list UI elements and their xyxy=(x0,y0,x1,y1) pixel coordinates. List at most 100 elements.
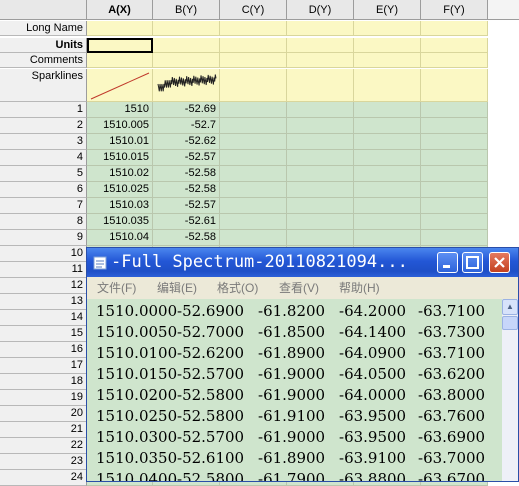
cell-b[interactable]: -52.58 xyxy=(153,166,220,182)
cell-empty[interactable] xyxy=(287,214,354,230)
cell-empty[interactable] xyxy=(220,182,287,198)
row-number[interactable]: 4 xyxy=(0,150,87,166)
cell-empty[interactable] xyxy=(421,214,488,230)
cell-empty[interactable] xyxy=(220,118,287,134)
row-label-units[interactable]: Units xyxy=(0,38,87,53)
cell-b[interactable]: -52.57 xyxy=(153,150,220,166)
row-number[interactable]: 11 xyxy=(0,262,87,278)
cell-empty[interactable] xyxy=(220,102,287,118)
menu-help[interactable]: 帮助(H) xyxy=(339,277,380,299)
row-number[interactable]: 14 xyxy=(0,310,87,326)
row-label-comments[interactable]: Comments xyxy=(0,53,87,68)
minimize-button[interactable] xyxy=(437,252,458,273)
cell-empty[interactable] xyxy=(287,118,354,134)
cell-empty[interactable] xyxy=(421,230,488,246)
cell-a[interactable]: 1510.02 xyxy=(87,166,153,182)
units-cell-selected[interactable] xyxy=(87,38,153,53)
cell-a[interactable]: 1510.015 xyxy=(87,150,153,166)
row-number[interactable]: 10 xyxy=(0,246,87,262)
column-header[interactable]: C(Y) xyxy=(220,0,287,20)
cell-empty[interactable] xyxy=(354,150,421,166)
cell-empty[interactable] xyxy=(287,198,354,214)
cell-empty[interactable] xyxy=(421,182,488,198)
meta-cell[interactable] xyxy=(220,21,287,36)
cell-empty[interactable] xyxy=(287,230,354,246)
cell-empty[interactable] xyxy=(354,198,421,214)
cell-a[interactable]: 1510.01 xyxy=(87,134,153,150)
cell-empty[interactable] xyxy=(421,102,488,118)
cell-empty[interactable] xyxy=(220,166,287,182)
cell-empty[interactable] xyxy=(354,118,421,134)
cell-b[interactable]: -52.57 xyxy=(153,198,220,214)
row-number[interactable]: 19 xyxy=(0,390,87,406)
meta-cell[interactable] xyxy=(421,69,488,102)
row-number[interactable]: 6 xyxy=(0,182,87,198)
row-number[interactable]: 24 xyxy=(0,470,87,486)
cell-empty[interactable] xyxy=(220,230,287,246)
meta-cell[interactable] xyxy=(354,21,421,36)
row-number[interactable]: 20 xyxy=(0,406,87,422)
cell-empty[interactable] xyxy=(354,230,421,246)
cell-b[interactable]: -52.7 xyxy=(153,118,220,134)
row-number[interactable]: 7 xyxy=(0,198,87,214)
menu-view[interactable]: 查看(V) xyxy=(279,277,319,299)
column-header[interactable]: B(Y) xyxy=(153,0,220,20)
meta-cell[interactable] xyxy=(87,53,153,68)
row-number[interactable]: 15 xyxy=(0,326,87,342)
meta-cell[interactable] xyxy=(354,53,421,68)
cell-b[interactable]: -52.61 xyxy=(153,214,220,230)
row-number[interactable]: 17 xyxy=(0,358,87,374)
cell-empty[interactable] xyxy=(354,182,421,198)
scroll-up-button[interactable]: ▲ xyxy=(502,299,518,315)
row-number[interactable]: 3 xyxy=(0,134,87,150)
row-number[interactable]: 18 xyxy=(0,374,87,390)
cell-empty[interactable] xyxy=(287,182,354,198)
cell-empty[interactable] xyxy=(220,214,287,230)
row-number[interactable]: 2 xyxy=(0,118,87,134)
cell-empty[interactable] xyxy=(287,134,354,150)
meta-cell[interactable] xyxy=(220,38,287,53)
column-header[interactable]: F(Y) xyxy=(421,0,488,20)
meta-cell[interactable] xyxy=(220,53,287,68)
column-header[interactable]: E(Y) xyxy=(354,0,421,20)
meta-cell[interactable] xyxy=(421,53,488,68)
meta-cell[interactable] xyxy=(421,38,488,53)
meta-cell[interactable] xyxy=(354,38,421,53)
cell-a[interactable]: 1510.025 xyxy=(87,182,153,198)
row-number[interactable]: 13 xyxy=(0,294,87,310)
cell-a[interactable]: 1510.005 xyxy=(87,118,153,134)
cell-empty[interactable] xyxy=(220,134,287,150)
row-number[interactable]: 12 xyxy=(0,278,87,294)
menu-edit[interactable]: 编辑(E) xyxy=(157,277,197,299)
cell-empty[interactable] xyxy=(220,198,287,214)
close-button[interactable] xyxy=(489,252,510,273)
notepad-window[interactable]: -Full Spectrum-20110821094... 文件(F) 编辑(E… xyxy=(86,247,519,482)
row-number[interactable]: 22 xyxy=(0,438,87,454)
cell-b[interactable]: -52.58 xyxy=(153,230,220,246)
cell-empty[interactable] xyxy=(354,166,421,182)
row-label-long-name[interactable]: Long Name xyxy=(0,21,87,36)
row-number[interactable]: 5 xyxy=(0,166,87,182)
cell-a[interactable]: 1510.04 xyxy=(87,230,153,246)
row-number[interactable]: 8 xyxy=(0,214,87,230)
cell-empty[interactable] xyxy=(421,118,488,134)
row-number[interactable]: 21 xyxy=(0,422,87,438)
cell-a[interactable]: 1510.03 xyxy=(87,198,153,214)
menu-file[interactable]: 文件(F) xyxy=(97,277,136,299)
cell-b[interactable]: -52.69 xyxy=(153,102,220,118)
row-number[interactable]: 23 xyxy=(0,454,87,470)
maximize-button[interactable] xyxy=(462,252,483,273)
scroll-thumb[interactable] xyxy=(502,316,518,330)
meta-cell[interactable] xyxy=(153,38,220,53)
cell-empty[interactable] xyxy=(220,150,287,166)
cell-empty[interactable] xyxy=(421,166,488,182)
cell-empty[interactable] xyxy=(287,166,354,182)
meta-cell[interactable] xyxy=(287,38,354,53)
column-header[interactable]: A(X) xyxy=(87,0,153,20)
cell-b[interactable]: -52.62 xyxy=(153,134,220,150)
meta-cell[interactable] xyxy=(287,69,354,102)
cell-empty[interactable] xyxy=(421,198,488,214)
meta-cell[interactable] xyxy=(421,21,488,36)
cell-empty[interactable] xyxy=(287,102,354,118)
title-bar[interactable]: -Full Spectrum-20110821094... xyxy=(87,248,518,277)
